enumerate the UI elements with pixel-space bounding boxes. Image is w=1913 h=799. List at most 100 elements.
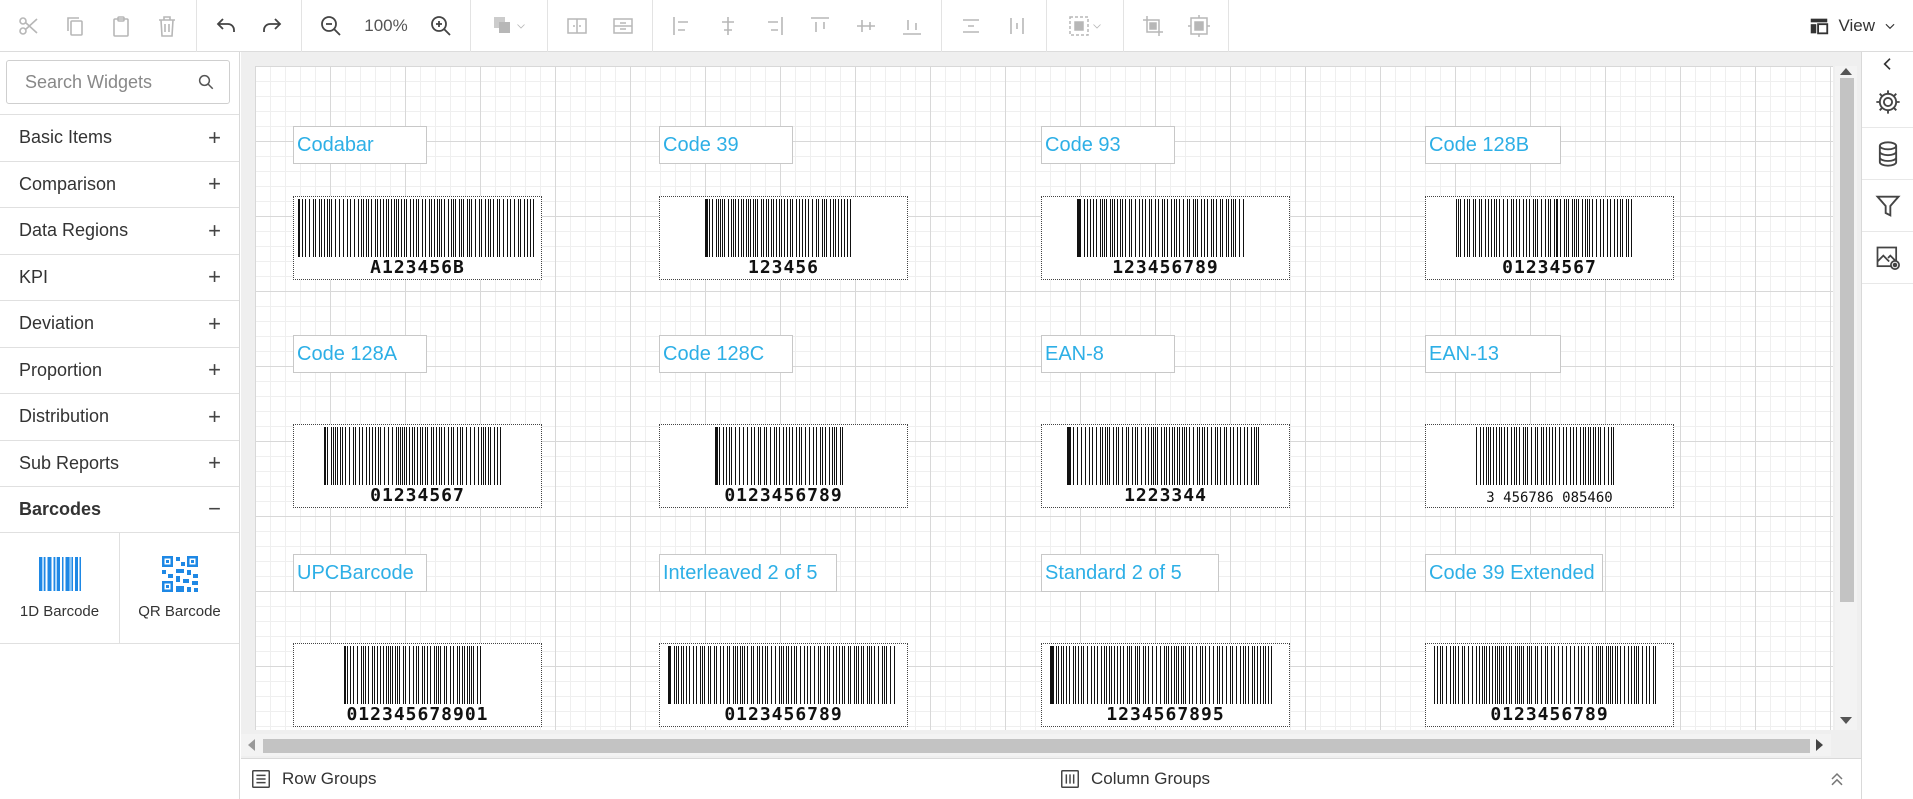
search-icon[interactable] [197, 73, 215, 91]
group-dropdown[interactable] [1053, 6, 1117, 46]
widget-qr-barcode[interactable]: QR Barcode [119, 532, 239, 643]
crop-button[interactable] [1130, 6, 1176, 46]
barcode-item[interactable]: 01234567 [1425, 196, 1674, 280]
barcode-item[interactable]: 012345678901 [293, 643, 542, 727]
barcode-title-textbox[interactable]: Code 128B [1425, 126, 1561, 164]
distribute-horizontal-button[interactable] [948, 6, 994, 46]
undo-button[interactable] [203, 6, 249, 46]
cut-button[interactable] [6, 6, 52, 46]
barcode-item[interactable]: 3 456786 085460 [1425, 424, 1674, 508]
category-sub-reports[interactable]: Sub Reports + [0, 439, 239, 487]
vertical-scroll-thumb[interactable] [1840, 78, 1854, 602]
category-basic-items[interactable]: Basic Items + [0, 114, 239, 161]
category-data-regions[interactable]: Data Regions + [0, 207, 239, 254]
category-label: Proportion [19, 359, 103, 380]
category-barcodes[interactable]: Barcodes − [0, 486, 239, 533]
barcode-title-textbox[interactable]: Code 128A [293, 335, 427, 373]
align-bottom-button[interactable] [889, 6, 935, 46]
expand-icon[interactable]: + [208, 219, 221, 242]
category-distribution[interactable]: Distribution + [0, 393, 239, 440]
category-proportion[interactable]: Proportion + [0, 346, 239, 394]
copy-button[interactable] [52, 6, 98, 46]
barcode-value-text: 01234567 [1502, 257, 1597, 278]
barcode-title-textbox[interactable]: Code 128C [659, 335, 793, 373]
chevron-down-icon [517, 23, 525, 29]
barcode-title-textbox[interactable]: Codabar [293, 126, 427, 164]
barcode-title-textbox[interactable]: Code 93 [1041, 126, 1175, 164]
chevron-left-icon [1882, 58, 1891, 70]
size-group [1124, 0, 1229, 52]
split-horizontal-button[interactable] [554, 6, 600, 46]
image-manager-button[interactable] [1862, 232, 1913, 284]
barcode-title-textbox[interactable]: Code 39 [659, 126, 793, 164]
zoom-level[interactable]: 100% [354, 16, 418, 36]
barcode-bars [344, 646, 481, 704]
horizontal-scroll-thumb[interactable] [263, 739, 1810, 753]
chevron-double-up-icon[interactable] [1827, 769, 1847, 789]
collapse-icon[interactable]: − [208, 498, 221, 520]
column-groups-button[interactable]: Column Groups [1059, 759, 1210, 799]
align-middle-button[interactable] [843, 6, 889, 46]
barcode-item[interactable]: 123456 [659, 196, 908, 280]
barcode-item[interactable]: 1223344 [1041, 424, 1290, 508]
data-sources-button[interactable] [1862, 128, 1913, 180]
barcode-title-textbox[interactable]: Code 39 Extended [1425, 554, 1603, 592]
align-top-button[interactable] [797, 6, 843, 46]
expand-icon[interactable]: + [208, 359, 221, 381]
barcode-item[interactable]: 0123456789 [659, 424, 908, 508]
barcode-item[interactable]: 0123456789 [659, 643, 908, 727]
zoom-out-button[interactable] [308, 6, 354, 46]
category-deviation[interactable]: Deviation + [0, 300, 239, 347]
filter-button[interactable] [1862, 180, 1913, 232]
barcode-title-textbox[interactable]: Standard 2 of 5 [1041, 554, 1219, 592]
scroll-up-arrow[interactable] [1840, 68, 1852, 75]
expand-icon[interactable]: + [208, 173, 221, 195]
barcode-item[interactable]: 123456789 [1041, 196, 1290, 280]
split-vertical-button[interactable] [600, 6, 646, 46]
barcode-title-textbox[interactable]: Interleaved 2 of 5 [659, 554, 837, 592]
category-label: Sub Reports [19, 452, 120, 473]
expand-icon[interactable]: + [208, 266, 221, 288]
fit-size-button[interactable] [1176, 6, 1222, 46]
report-canvas[interactable]: Codabar A123456B Code 39 123456 Code 93 12345… [255, 66, 1833, 730]
barcode-title-textbox[interactable]: EAN-8 [1041, 335, 1175, 373]
collapse-properties-button[interactable] [1862, 52, 1913, 76]
properties-button[interactable] [1862, 76, 1913, 128]
group-items-group [1047, 0, 1124, 52]
redo-button[interactable] [249, 6, 295, 46]
expand-icon[interactable]: + [208, 126, 221, 149]
bring-send-order-dropdown[interactable] [477, 6, 541, 46]
zoom-in-button[interactable] [418, 6, 464, 46]
distribute-vertical-button[interactable] [994, 6, 1040, 46]
category-comparison[interactable]: Comparison + [0, 160, 239, 208]
row-groups-button[interactable]: Row Groups [250, 759, 376, 799]
barcode-title-textbox[interactable]: UPCBarcode [293, 554, 427, 592]
barcode-item[interactable]: 01234567 [293, 424, 542, 508]
category-label: Basic Items [19, 127, 113, 148]
vertical-scrollbar[interactable] [1835, 66, 1857, 730]
qr-code-icon [161, 556, 198, 592]
paste-button[interactable] [98, 6, 144, 46]
search-widgets-input[interactable] [25, 71, 195, 93]
barcode-bars [1050, 646, 1272, 704]
barcode-title-textbox[interactable]: EAN-13 [1425, 335, 1561, 373]
align-center-button[interactable] [705, 6, 751, 46]
delete-button[interactable] [144, 6, 190, 46]
scroll-right-arrow[interactable] [1816, 739, 1823, 751]
align-left-button[interactable] [659, 6, 705, 46]
expand-icon[interactable]: + [208, 312, 221, 335]
barcode-bars [324, 427, 501, 485]
widget-1d-barcode[interactable]: 1D Barcode [0, 532, 119, 643]
view-menu-button[interactable]: View [1808, 0, 1897, 52]
barcode-bars [1434, 646, 1656, 704]
barcode-item[interactable]: 0123456789 [1425, 643, 1674, 727]
category-kpi[interactable]: KPI + [0, 253, 239, 301]
expand-icon[interactable]: + [208, 405, 221, 428]
align-right-button[interactable] [751, 6, 797, 46]
horizontal-scrollbar[interactable] [241, 734, 1831, 756]
scroll-down-arrow[interactable] [1840, 717, 1852, 724]
scroll-left-arrow[interactable] [248, 739, 255, 751]
barcode-item[interactable]: A123456B [293, 196, 542, 280]
barcode-item[interactable]: 1234567895 [1041, 643, 1290, 727]
expand-icon[interactable]: + [208, 452, 221, 474]
